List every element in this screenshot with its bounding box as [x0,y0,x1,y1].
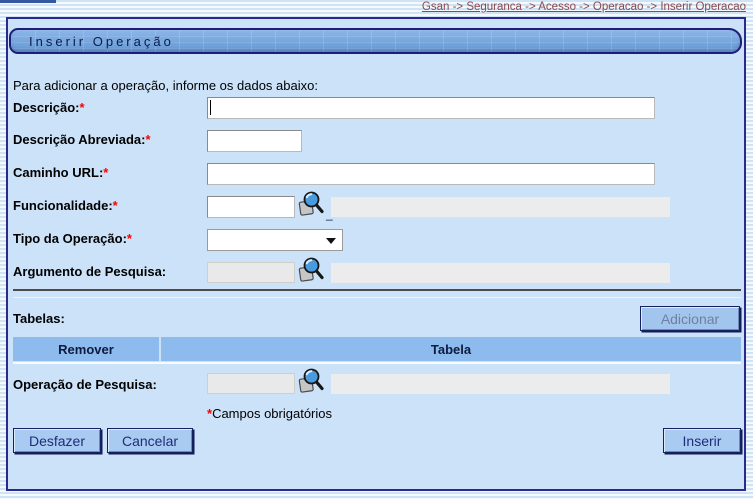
page-title: Inserir Operação [29,33,174,49]
tabelas-label: Tabelas: [13,311,65,326]
argumento-pesquisa-display-field [331,263,670,283]
required-asterisk: * [112,198,118,213]
descricao-input[interactable] [207,97,655,119]
operacao-pesquisa-input [207,373,295,394]
funcionalidade-search-icon[interactable] [297,191,324,218]
tabelas-table-header: Remover Tabela [13,337,741,361]
column-header-remover: Remover [13,337,159,361]
desfazer-button[interactable]: Desfazer [13,428,101,453]
page-background: Gsan -> Seguranca -> Acesso -> Operacao … [0,0,753,499]
funcionalidade-label: Funcionalidade:* [13,198,118,213]
descricao-abreviada-label: Descrição Abreviada:* [13,132,151,147]
cancelar-button[interactable]: Cancelar [107,428,193,453]
content-panel: Inserir Operação Para adicionar a operaç… [6,17,746,491]
required-asterisk: * [145,132,151,147]
chevron-down-icon [326,238,336,244]
section-divider [13,289,741,291]
column-header-tabela: Tabela [161,337,741,361]
tipo-operacao-select[interactable] [207,229,343,251]
tipo-operacao-label: Tipo da Operação:* [13,231,132,246]
operacao-pesquisa-search-icon[interactable] [297,368,324,395]
section-divider-highlight [13,297,741,298]
argumento-pesquisa-input [207,262,295,283]
inserir-button[interactable]: Inserir [663,428,741,453]
intro-text: Para adicionar a operação, informe os da… [13,78,318,93]
descricao-label: Descrição:* [13,100,85,115]
caminho-url-label: Caminho URL:* [13,165,109,180]
required-asterisk: * [103,165,109,180]
operacao-pesquisa-display-field [331,374,670,394]
operacao-pesquisa-label: Operação de Pesquisa: [13,377,157,392]
breadcrumb[interactable]: Gsan -> Seguranca -> Acesso -> Operacao … [422,1,746,13]
required-fields-note: *Campos obrigatórios [207,406,333,421]
caminho-url-input[interactable] [207,163,655,185]
descricao-abreviada-input[interactable] [207,130,302,152]
table-body-strip [13,362,741,364]
argumento-pesquisa-search-icon[interactable] [297,257,324,284]
top-nav-fragment [0,0,56,3]
funcionalidade-input[interactable] [207,196,295,218]
adicionar-button[interactable]: Adicionar [640,306,740,331]
text-caret [210,100,211,115]
argumento-pesquisa-label: Argumento de Pesquisa: [13,264,167,279]
required-asterisk: * [126,231,132,246]
page-title-bar: Inserir Operação [9,28,742,54]
required-asterisk: * [79,100,85,115]
funcionalidade-display-field [331,197,670,217]
